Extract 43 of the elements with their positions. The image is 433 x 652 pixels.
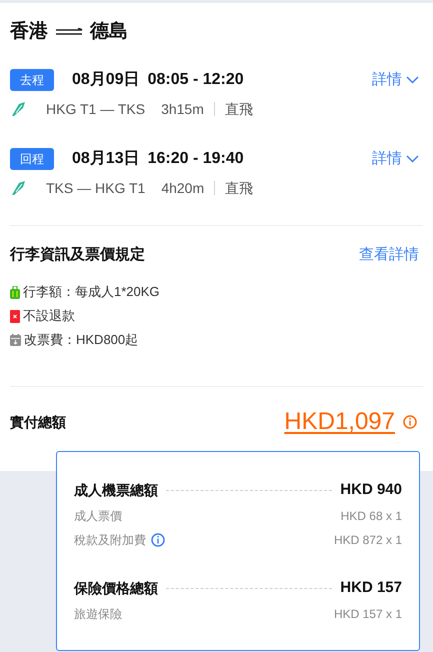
airline-logo-icon (10, 180, 26, 196)
total-label: 實付總額 (10, 412, 66, 432)
airline-logo-icon (10, 101, 26, 117)
rule-text: 改票費：HKD800起 (24, 331, 138, 350)
fee-amount: HKD 68 x 1 (340, 508, 402, 525)
calendar-icon (10, 334, 21, 346)
fee-amount: HKD 157 x 1 (334, 606, 402, 623)
flight-date: 08月09日 (72, 70, 140, 90)
total-amount[interactable]: HKD1,097 (284, 407, 395, 437)
fee-label: 旅遊保險 (74, 606, 122, 623)
group-amount: HKD 157 (340, 578, 402, 598)
suitcase-icon (10, 286, 20, 298)
flight-stops: 直飛 (225, 178, 254, 198)
view-details-link[interactable]: 查看詳情 (359, 244, 419, 266)
flight-stops: 直飛 (224, 100, 253, 118)
chevron-down-icon (406, 76, 419, 84)
rule-text: 行李額：每成人1*20KG (23, 283, 160, 302)
fee-label: 稅款及附加費 (74, 532, 146, 549)
rule-text: 不設退款 (23, 307, 75, 326)
trip-tag: 回程 (10, 148, 54, 170)
fee-label: 成人票價 (74, 508, 122, 525)
flight-route: HKG T1 — TKS (46, 100, 146, 118)
flight-times: 08:05 - 12:20 (148, 70, 244, 90)
info-icon[interactable] (403, 415, 417, 429)
group-amount: HKD 940 (340, 480, 402, 500)
fee-amount: HKD 872 x 1 (334, 532, 402, 549)
flight-duration: 4h20m (161, 178, 204, 198)
group-title: 保險價格總額 (74, 578, 158, 598)
origin-city: 香港 (10, 20, 48, 44)
flight-times: 16:20 - 19:40 (148, 149, 244, 169)
section-title: 行李資訊及票價規定 (10, 244, 145, 265)
round-trip-icon (54, 28, 84, 36)
destination-city: 德島 (90, 20, 128, 44)
chevron-down-icon (406, 155, 419, 163)
details-link[interactable]: 詳情 (372, 68, 419, 92)
details-link[interactable]: 詳情 (372, 148, 419, 170)
no-refund-icon (10, 310, 20, 322)
trip-tag: 去程 (10, 69, 54, 91)
flight-date: 08月13日 (72, 149, 140, 169)
group-title: 成人機票總額 (74, 480, 158, 500)
info-icon[interactable] (151, 533, 165, 547)
flight-duration: 3h15m (161, 100, 204, 118)
flight-route: TKS — HKG T1 (46, 178, 146, 198)
